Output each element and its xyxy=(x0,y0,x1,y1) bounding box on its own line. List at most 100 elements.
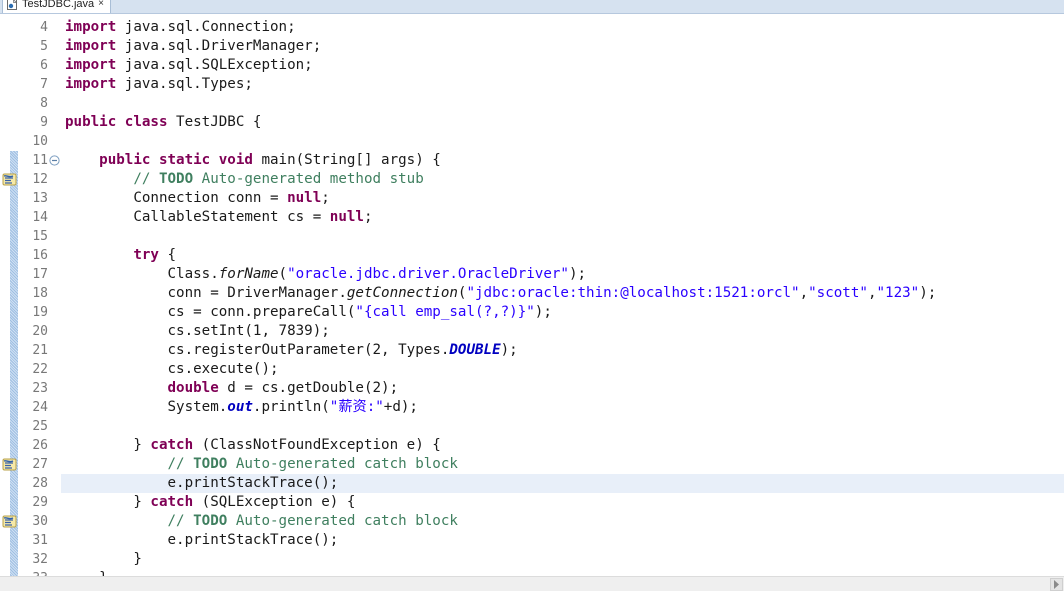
code-line[interactable]: } xyxy=(61,550,1064,569)
code-token: cs.registerOutParameter(2, Types. xyxy=(65,342,450,358)
line-number: 33 xyxy=(18,569,48,576)
line-number: 30 xyxy=(32,514,48,529)
code-token: main(String[] args) { xyxy=(252,152,441,168)
code-token: { xyxy=(158,247,177,263)
line-number: 29 xyxy=(32,495,48,510)
code-line[interactable]: Class.forName("oracle.jdbc.driver.Oracle… xyxy=(61,265,1064,284)
code-token: CallableStatement cs = xyxy=(65,209,330,225)
code-line[interactable]: cs.setInt(1, 7839); xyxy=(61,322,1064,341)
code-token: getConnection xyxy=(346,285,458,301)
todo-task-marker-icon[interactable] xyxy=(2,172,17,187)
code-token: import xyxy=(65,57,117,73)
code-token: catch xyxy=(150,494,194,510)
line-number: 14 xyxy=(32,210,48,225)
code-line[interactable] xyxy=(61,132,1064,151)
code-token: import xyxy=(65,38,117,54)
line-number: 23 xyxy=(32,381,48,396)
code-editor[interactable]: 4 5 6 7 8 9 10 11 12 13 14 15 16 17 18 19 20 21 22 23 24 25 26… xyxy=(0,15,1064,576)
line-number: 15 xyxy=(32,229,48,244)
code-line[interactable]: try { xyxy=(61,246,1064,265)
tab-testjdbc-java[interactable]: TestJDBC.java × xyxy=(2,0,111,13)
code-line[interactable] xyxy=(61,94,1064,113)
line-number: 19 xyxy=(32,305,48,320)
code-token: Auto-generated catch block xyxy=(227,456,458,472)
code-token: java.sql.DriverManager; xyxy=(116,38,322,54)
code-token: Connection conn = xyxy=(65,190,288,206)
code-folding-column[interactable] xyxy=(48,15,61,576)
code-token: , xyxy=(799,285,809,301)
code-line[interactable]: // TODO Auto-generated method stub xyxy=(61,170,1064,189)
code-line[interactable]: double d = cs.getDouble(2); xyxy=(61,379,1064,398)
code-token: d = cs.getDouble(2); xyxy=(218,380,399,396)
code-token: Auto-generated catch block xyxy=(227,513,458,529)
code-token: e.printStackTrace(); xyxy=(65,475,339,491)
line-number-gutter: 4 5 6 7 8 9 10 11 12 13 14 15 16 17 18 19 20 21 22 23 24 25 26… xyxy=(18,15,48,576)
code-token: TODO xyxy=(193,456,228,472)
code-line[interactable]: e.printStackTrace(); xyxy=(61,474,1064,493)
line-number: 10 xyxy=(32,134,48,149)
code-token: double xyxy=(167,380,219,396)
code-line[interactable]: CallableStatement cs = null; xyxy=(61,208,1064,227)
code-text-area[interactable]: import java.sql.Connection; import java.s… xyxy=(61,15,1064,576)
code-line[interactable]: import java.sql.Types; xyxy=(61,75,1064,94)
todo-task-marker-icon[interactable] xyxy=(2,514,17,529)
code-token: catch xyxy=(150,437,194,453)
line-number: 5 xyxy=(40,39,48,54)
code-token: public static void xyxy=(99,152,253,168)
code-line[interactable]: } catch (ClassNotFoundException e) { xyxy=(61,436,1064,455)
code-line[interactable]: // TODO Auto-generated catch block xyxy=(61,455,1064,474)
code-line[interactable]: public class TestJDBC { xyxy=(61,113,1064,132)
code-token: "jdbc:oracle:thin:@localhost:1521:orcl" xyxy=(466,285,800,301)
code-line[interactable]: cs.execute(); xyxy=(61,360,1064,379)
code-line[interactable]: } xyxy=(61,569,1064,576)
code-line[interactable]: e.printStackTrace(); xyxy=(61,531,1064,550)
marker-ruler[interactable] xyxy=(0,15,18,576)
code-line[interactable]: import java.sql.SQLException; xyxy=(61,56,1064,75)
close-icon[interactable]: × xyxy=(98,0,104,9)
line-number: 7 xyxy=(40,77,48,92)
code-line[interactable]: System.out.println("薪资:"+d); xyxy=(61,398,1064,417)
collapse-fold-marker[interactable] xyxy=(49,155,60,166)
code-token: public class xyxy=(65,114,168,130)
code-line[interactable]: // TODO Auto-generated catch block xyxy=(61,512,1064,531)
line-number: 27 xyxy=(32,457,48,472)
code-line[interactable] xyxy=(61,417,1064,436)
editor-window: TestJDBC.java × 4 5 6 7 8 9 10 11 12 13 14 15 16 17 18… xyxy=(0,0,1064,591)
code-token: DOUBLE xyxy=(449,342,501,358)
code-token: ); xyxy=(534,304,552,320)
code-line[interactable]: import java.sql.DriverManager; xyxy=(61,37,1064,56)
line-number: 28 xyxy=(32,476,48,491)
code-line[interactable]: public static void main(String[] args) { xyxy=(61,151,1064,170)
code-token: cs.setInt(1, 7839); xyxy=(65,323,330,339)
code-token: System. xyxy=(65,399,228,415)
code-line[interactable]: cs.registerOutParameter(2, Types.DOUBLE)… xyxy=(61,341,1064,360)
code-line[interactable]: import java.sql.Connection; xyxy=(61,18,1064,37)
code-token: TODO xyxy=(158,171,194,187)
code-token: (ClassNotFoundException e) { xyxy=(193,437,441,453)
code-line[interactable]: cs = conn.prepareCall("{call emp_sal(?,?… xyxy=(61,303,1064,322)
horizontal-scrollbar[interactable] xyxy=(0,576,1064,591)
line-number: 12 xyxy=(32,172,48,187)
line-number: 26 xyxy=(32,438,48,453)
code-token: ; xyxy=(363,209,373,225)
code-token: ( xyxy=(278,266,288,282)
code-token: } xyxy=(65,494,151,510)
code-token: "薪资:" xyxy=(329,399,384,415)
code-token: null xyxy=(287,190,322,206)
code-line[interactable] xyxy=(61,227,1064,246)
scroll-right-arrow-icon[interactable] xyxy=(1050,578,1063,591)
code-token: import xyxy=(65,19,117,35)
code-token: e.printStackTrace(); xyxy=(65,532,339,548)
line-number: 24 xyxy=(32,400,48,415)
line-number: 9 xyxy=(40,115,48,130)
code-token: } xyxy=(65,437,151,453)
code-token: out xyxy=(227,399,253,415)
code-token: // xyxy=(65,456,194,472)
todo-task-marker-icon[interactable] xyxy=(2,457,17,472)
code-line[interactable]: conn = DriverManager.getConnection("jdbc… xyxy=(61,284,1064,303)
code-line[interactable]: Connection conn = null; xyxy=(61,189,1064,208)
code-token: null xyxy=(329,209,364,225)
code-line[interactable]: } catch (SQLException e) { xyxy=(61,493,1064,512)
code-token: ); xyxy=(568,266,587,282)
